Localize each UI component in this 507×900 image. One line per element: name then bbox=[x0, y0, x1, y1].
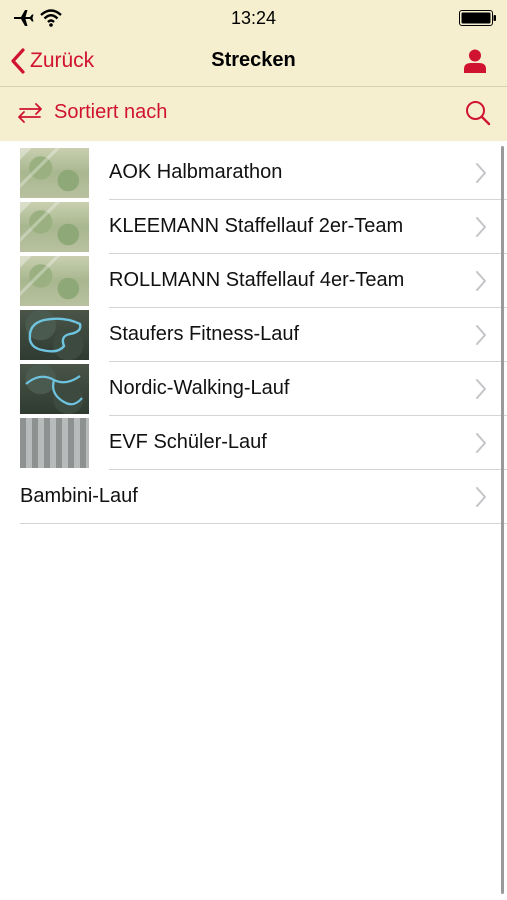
route-label: Nordic-Walking-Lauf bbox=[109, 377, 290, 399]
screen: 13:24 Zurück Strecken Sortiert nach AOK … bbox=[0, 0, 507, 900]
list-item-route[interactable]: AOK Halbmarathon bbox=[0, 146, 507, 200]
chevron-right-icon bbox=[476, 487, 486, 507]
list-item-route[interactable]: KLEEMANN Staffellauf 2er-Team bbox=[0, 200, 507, 254]
battery-icon bbox=[459, 10, 496, 26]
swap-arrows-icon bbox=[18, 102, 42, 123]
chevron-right-icon bbox=[476, 325, 486, 345]
status-bar: 13:24 bbox=[0, 0, 507, 36]
sort-button[interactable]: Sortiert nach bbox=[16, 101, 167, 124]
route-label: Bambini-Lauf bbox=[20, 485, 138, 507]
map-thumbnail bbox=[20, 202, 89, 252]
sort-bar: Sortiert nach bbox=[0, 87, 507, 141]
user-icon[interactable] bbox=[463, 48, 487, 74]
list-item-route[interactable]: ROLLMANN Staffellauf 4er-Team bbox=[0, 254, 507, 308]
map-thumbnail bbox=[20, 148, 89, 198]
route-label: Staufers Fitness-Lauf bbox=[109, 323, 300, 345]
chevron-right-icon bbox=[476, 379, 486, 399]
route-list: AOK Halbmarathon KLEEMANN Staffellauf 2e… bbox=[0, 146, 507, 524]
route-trace-icon bbox=[28, 317, 82, 353]
page-title: Strecken bbox=[211, 49, 296, 71]
route-label: EVF Schüler-Lauf bbox=[109, 431, 267, 453]
chevron-right-icon bbox=[476, 163, 486, 183]
route-label: KLEEMANN Staffellauf 2er-Team bbox=[109, 215, 404, 237]
map-thumbnail bbox=[20, 256, 89, 306]
route-label: ROLLMANN Staffellauf 4er-Team bbox=[109, 269, 405, 291]
sort-label: Sortiert nach bbox=[54, 101, 168, 123]
row-divider bbox=[20, 523, 507, 524]
navigation-bar: Zurück Strecken bbox=[0, 36, 507, 87]
route-trace-icon bbox=[25, 375, 83, 406]
chevron-right-icon bbox=[476, 271, 486, 291]
list-item-route[interactable]: Staufers Fitness-Lauf bbox=[0, 308, 507, 362]
list-item-route[interactable]: Bambini-Lauf bbox=[0, 470, 507, 524]
satellite-thumbnail bbox=[20, 418, 89, 468]
satellite-thumbnail bbox=[20, 364, 89, 414]
satellite-thumbnail bbox=[20, 310, 89, 360]
chevron-right-icon bbox=[476, 433, 486, 453]
chevron-right-icon bbox=[476, 217, 486, 237]
route-label: AOK Halbmarathon bbox=[109, 161, 283, 183]
list-item-route[interactable]: EVF Schüler-Lauf bbox=[0, 416, 507, 470]
status-time: 13:24 bbox=[230, 8, 277, 28]
scrollbar[interactable] bbox=[501, 146, 504, 894]
search-icon[interactable] bbox=[465, 100, 491, 126]
list-item-route[interactable]: Nordic-Walking-Lauf bbox=[0, 362, 507, 416]
